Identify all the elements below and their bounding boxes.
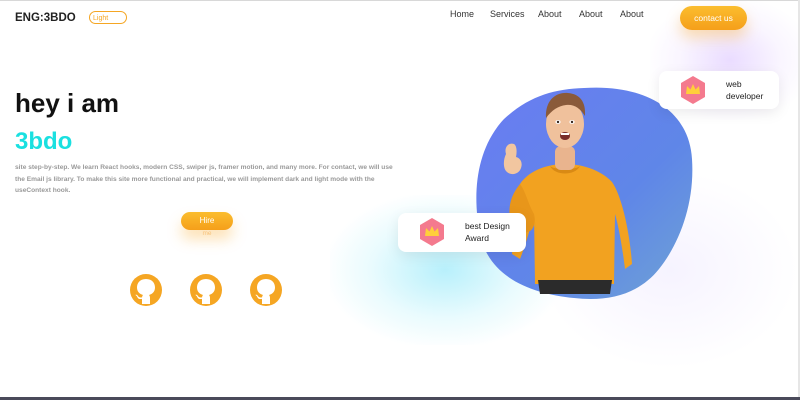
- brand-logo[interactable]: ENG:3BDO: [15, 12, 76, 24]
- web-developer-card: web developer: [659, 71, 779, 109]
- theme-toggle[interactable]: Light: [89, 11, 127, 24]
- award-line1: best Design: [465, 221, 510, 231]
- award-line2: Award: [465, 233, 489, 243]
- developer-photo: [503, 92, 632, 294]
- web-developer-line1: web: [726, 79, 742, 89]
- crown-icon: [420, 218, 444, 246]
- contact-us-button[interactable]: contact us: [680, 6, 747, 30]
- hire-me-sub-label: me: [202, 230, 212, 237]
- nav-about[interactable]: About: [538, 9, 562, 19]
- nav-about-3[interactable]: About: [620, 9, 644, 19]
- github-icon[interactable]: [129, 273, 163, 307]
- nav-about-2[interactable]: About: [579, 9, 603, 19]
- hire-me-button[interactable]: Hire me: [181, 212, 233, 237]
- nav-services[interactable]: Services: [490, 9, 525, 19]
- github-icon[interactable]: [249, 273, 283, 307]
- theme-toggle-label: Light: [93, 15, 109, 22]
- best-design-award-card: best Design Award: [398, 213, 526, 252]
- hero-name: 3bdo: [15, 128, 73, 155]
- nav-home[interactable]: Home: [450, 9, 474, 19]
- hero-description: site step-by-step. We learn React hooks,…: [15, 164, 393, 194]
- hire-me-label: Hire: [199, 216, 215, 225]
- window-top-border: [0, 0, 800, 1]
- web-developer-line2: developer: [726, 91, 764, 101]
- crown-icon: [681, 76, 705, 104]
- hero-greeting: hey i am: [15, 88, 120, 118]
- github-icon[interactable]: [189, 273, 223, 307]
